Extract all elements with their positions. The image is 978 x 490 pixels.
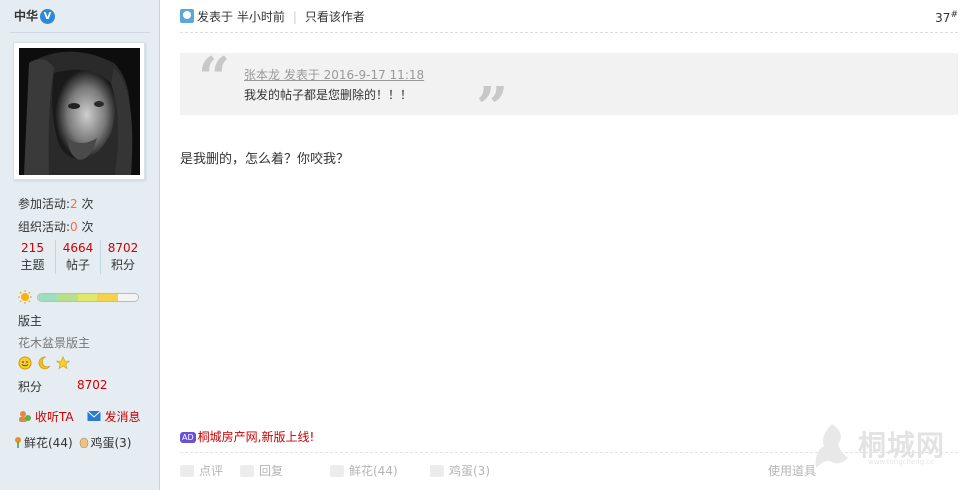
- comment-icon: [180, 465, 194, 477]
- mail-icon: [87, 410, 102, 421]
- sun-icon: [18, 290, 32, 304]
- star-medal-icon[interactable]: [55, 355, 70, 370]
- flowers-count[interactable]: 鲜花(44): [12, 436, 76, 450]
- medals: [18, 355, 71, 370]
- activity-joined-count[interactable]: 2: [70, 197, 78, 211]
- close-quote-icon: ”: [476, 75, 509, 141]
- send-flowers-button[interactable]: 鲜花(44): [330, 462, 398, 479]
- ad-tag: AD: [180, 432, 196, 443]
- flower-icon: [330, 465, 344, 477]
- gift-row: 鲜花(44) 鸡蛋(3): [12, 434, 133, 451]
- ad-link[interactable]: AD 桐城房产网,新版上线!: [180, 428, 314, 445]
- user-counts: 215 主题 4664 帖子 8702 积分: [10, 240, 145, 276]
- score-line: 积分 8702: [18, 378, 108, 394]
- eggs-count[interactable]: 鸡蛋(3): [78, 436, 131, 450]
- quote-block: “ 张本龙 发表于 2016-9-17 11:18 我发的帖子都是您删除的！！！…: [180, 45, 958, 141]
- user-rank: 版主: [18, 314, 43, 328]
- flower-icon: [15, 437, 21, 448]
- verified-badge-icon: V: [40, 9, 55, 24]
- username[interactable]: 中华: [14, 7, 38, 24]
- header-divider: [180, 32, 958, 33]
- send-message-button[interactable]: 发消息: [87, 408, 140, 425]
- count-topics[interactable]: 215 主题: [10, 240, 55, 274]
- activity-organized: 组织活动:0 次: [18, 220, 94, 234]
- open-quote-icon: “: [198, 45, 231, 111]
- avatar-portrait-image: [19, 48, 140, 175]
- reply-icon: [240, 465, 254, 477]
- activity-organized-count[interactable]: 0: [70, 220, 78, 234]
- avatar[interactable]: [19, 48, 140, 175]
- reply-text: 是我删的，怎么着？你咬我？: [180, 152, 350, 167]
- throw-eggs-button[interactable]: 鸡蛋(3): [430, 462, 490, 479]
- egg-icon: [80, 437, 89, 449]
- smile-medal-icon[interactable]: [18, 356, 32, 370]
- reply-button[interactable]: 回复: [240, 462, 283, 479]
- follow-icon: [19, 411, 31, 422]
- site-watermark: 桐城网 www.tongcheng.cc: [810, 418, 970, 474]
- user-rank-title: 花木盆景版主: [18, 336, 91, 350]
- moon-medal-icon[interactable]: [37, 356, 51, 370]
- count-points[interactable]: 8702 积分: [100, 240, 145, 274]
- post-header: 发表于 半小时前 | 只看该作者: [180, 8, 365, 25]
- avatar-frame[interactable]: [13, 42, 145, 180]
- count-posts[interactable]: 4664 帖子: [55, 240, 100, 274]
- rate-button[interactable]: 点评: [180, 462, 223, 479]
- follow-button[interactable]: 收听TA: [18, 408, 74, 425]
- user-post-icon: [180, 9, 194, 23]
- quote-text: 我发的帖子都是您删除的！！！: [244, 88, 413, 102]
- watermark-logo-icon: [815, 424, 848, 468]
- sidebar-divider: [10, 32, 150, 33]
- use-tools-button[interactable]: 使用道具: [768, 462, 816, 479]
- floor-number[interactable]: 37#: [935, 10, 958, 25]
- activity-joined: 参加活动:2 次: [18, 197, 94, 211]
- quote-author-link[interactable]: 张本龙 发表于 2016-9-17 11:18: [244, 66, 424, 83]
- user-sidebar: 中华 V 参加活动:2 次 组织活动:0 次 215 主题 4664 帖子 87…: [0, 0, 160, 490]
- user-actions: 收听TA 发消息: [18, 408, 150, 425]
- only-author-link[interactable]: 只看该作者: [305, 10, 365, 24]
- egg-icon: [430, 465, 444, 477]
- post-time: 发表于 半小时前: [197, 10, 285, 24]
- post-content: 发表于 半小时前 | 只看该作者 37# “ 张本龙 发表于 2016-9-17 1…: [160, 0, 978, 490]
- level-progress-bar: [37, 293, 139, 302]
